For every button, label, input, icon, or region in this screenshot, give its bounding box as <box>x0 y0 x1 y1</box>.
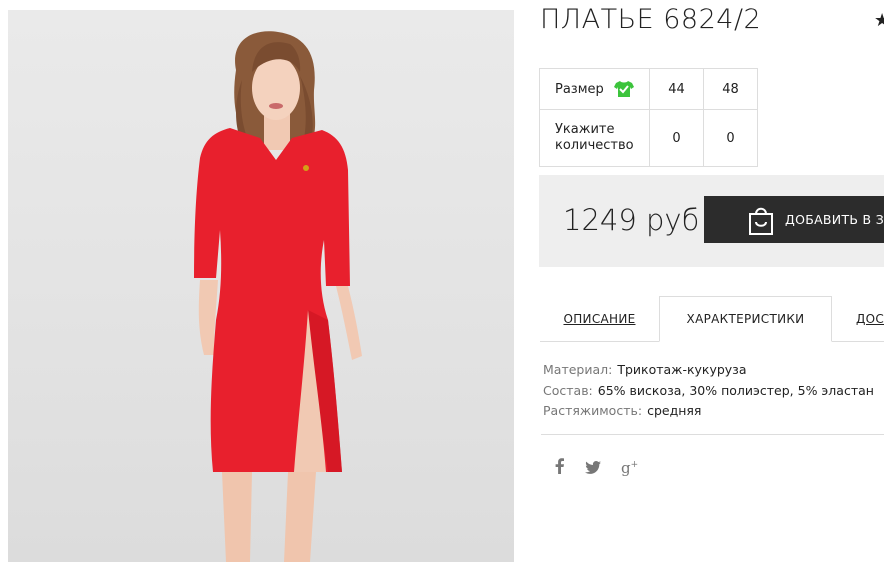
buy-box: 1249 руб ДОБАВИТЬ В ЗАКАЗ <box>539 175 884 267</box>
spec-value: Трикотаж-кукуруза <box>617 362 747 377</box>
facebook-icon[interactable] <box>555 458 565 478</box>
quantity-label: Укажите количество <box>555 122 634 153</box>
shopping-bag-icon <box>747 204 775 236</box>
spec-key: Состав: <box>543 382 593 398</box>
add-to-cart-button[interactable]: ДОБАВИТЬ В ЗАКАЗ <box>704 196 884 243</box>
divider <box>541 434 884 435</box>
google-plus-icon[interactable]: g+ <box>621 459 638 477</box>
price: 1249 руб <box>563 203 700 237</box>
spec-key: Материал: <box>543 362 613 377</box>
tab-characteristics[interactable]: ХАРАКТЕРИСТИКИ <box>659 296 832 342</box>
spec-key: Растяжимость: <box>543 403 643 418</box>
size-option-48[interactable]: 48 <box>703 68 758 110</box>
product-tabs: ОПИСАНИЕ ХАРАКТЕРИСТИКИ ДОСТАВКА <box>540 296 884 342</box>
add-to-cart-label: ДОБАВИТЬ В ЗАКАЗ <box>785 212 884 227</box>
social-share: g+ <box>555 458 658 478</box>
quantity-input-44[interactable]: 0 <box>649 109 704 167</box>
spec-row-material: Материал: Трикотаж-кукуруза <box>543 360 874 381</box>
size-table: Размер 44 48 Укажите количество 0 0 <box>539 68 758 167</box>
quantity-row: Укажите количество 0 0 <box>539 109 758 167</box>
twitter-icon[interactable] <box>585 459 601 478</box>
size-label: Размер <box>555 81 604 97</box>
characteristics-list: Материал: Трикотаж-кукуруза Состав: 65% ви… <box>543 360 874 422</box>
tab-description[interactable]: ОПИСАНИЕ <box>540 296 659 342</box>
size-row: Размер 44 48 <box>539 68 758 110</box>
product-image[interactable] <box>8 10 514 562</box>
tshirt-check-icon[interactable] <box>613 80 634 98</box>
spec-row-composition: Состав: 65% вискоза, 30% полиэстер, 5% эл… <box>543 381 874 402</box>
spec-row-stretch: Растяжимость: средняя <box>543 401 874 422</box>
size-option-44[interactable]: 44 <box>649 68 704 110</box>
star-icon[interactable]: ★ <box>874 10 884 31</box>
quantity-label-cell: Укажите количество <box>539 109 650 167</box>
spec-value: 65% вискоза, 30% полиэстер, 5% эластан <box>597 382 874 398</box>
tab-delivery[interactable]: ДОСТАВКА <box>832 296 884 342</box>
quantity-input-48[interactable]: 0 <box>703 109 758 167</box>
size-label-cell: Размер <box>539 68 650 110</box>
product-title: ПЛАТЬЕ 6824/2 <box>540 4 762 35</box>
spec-value: средняя <box>647 403 702 418</box>
